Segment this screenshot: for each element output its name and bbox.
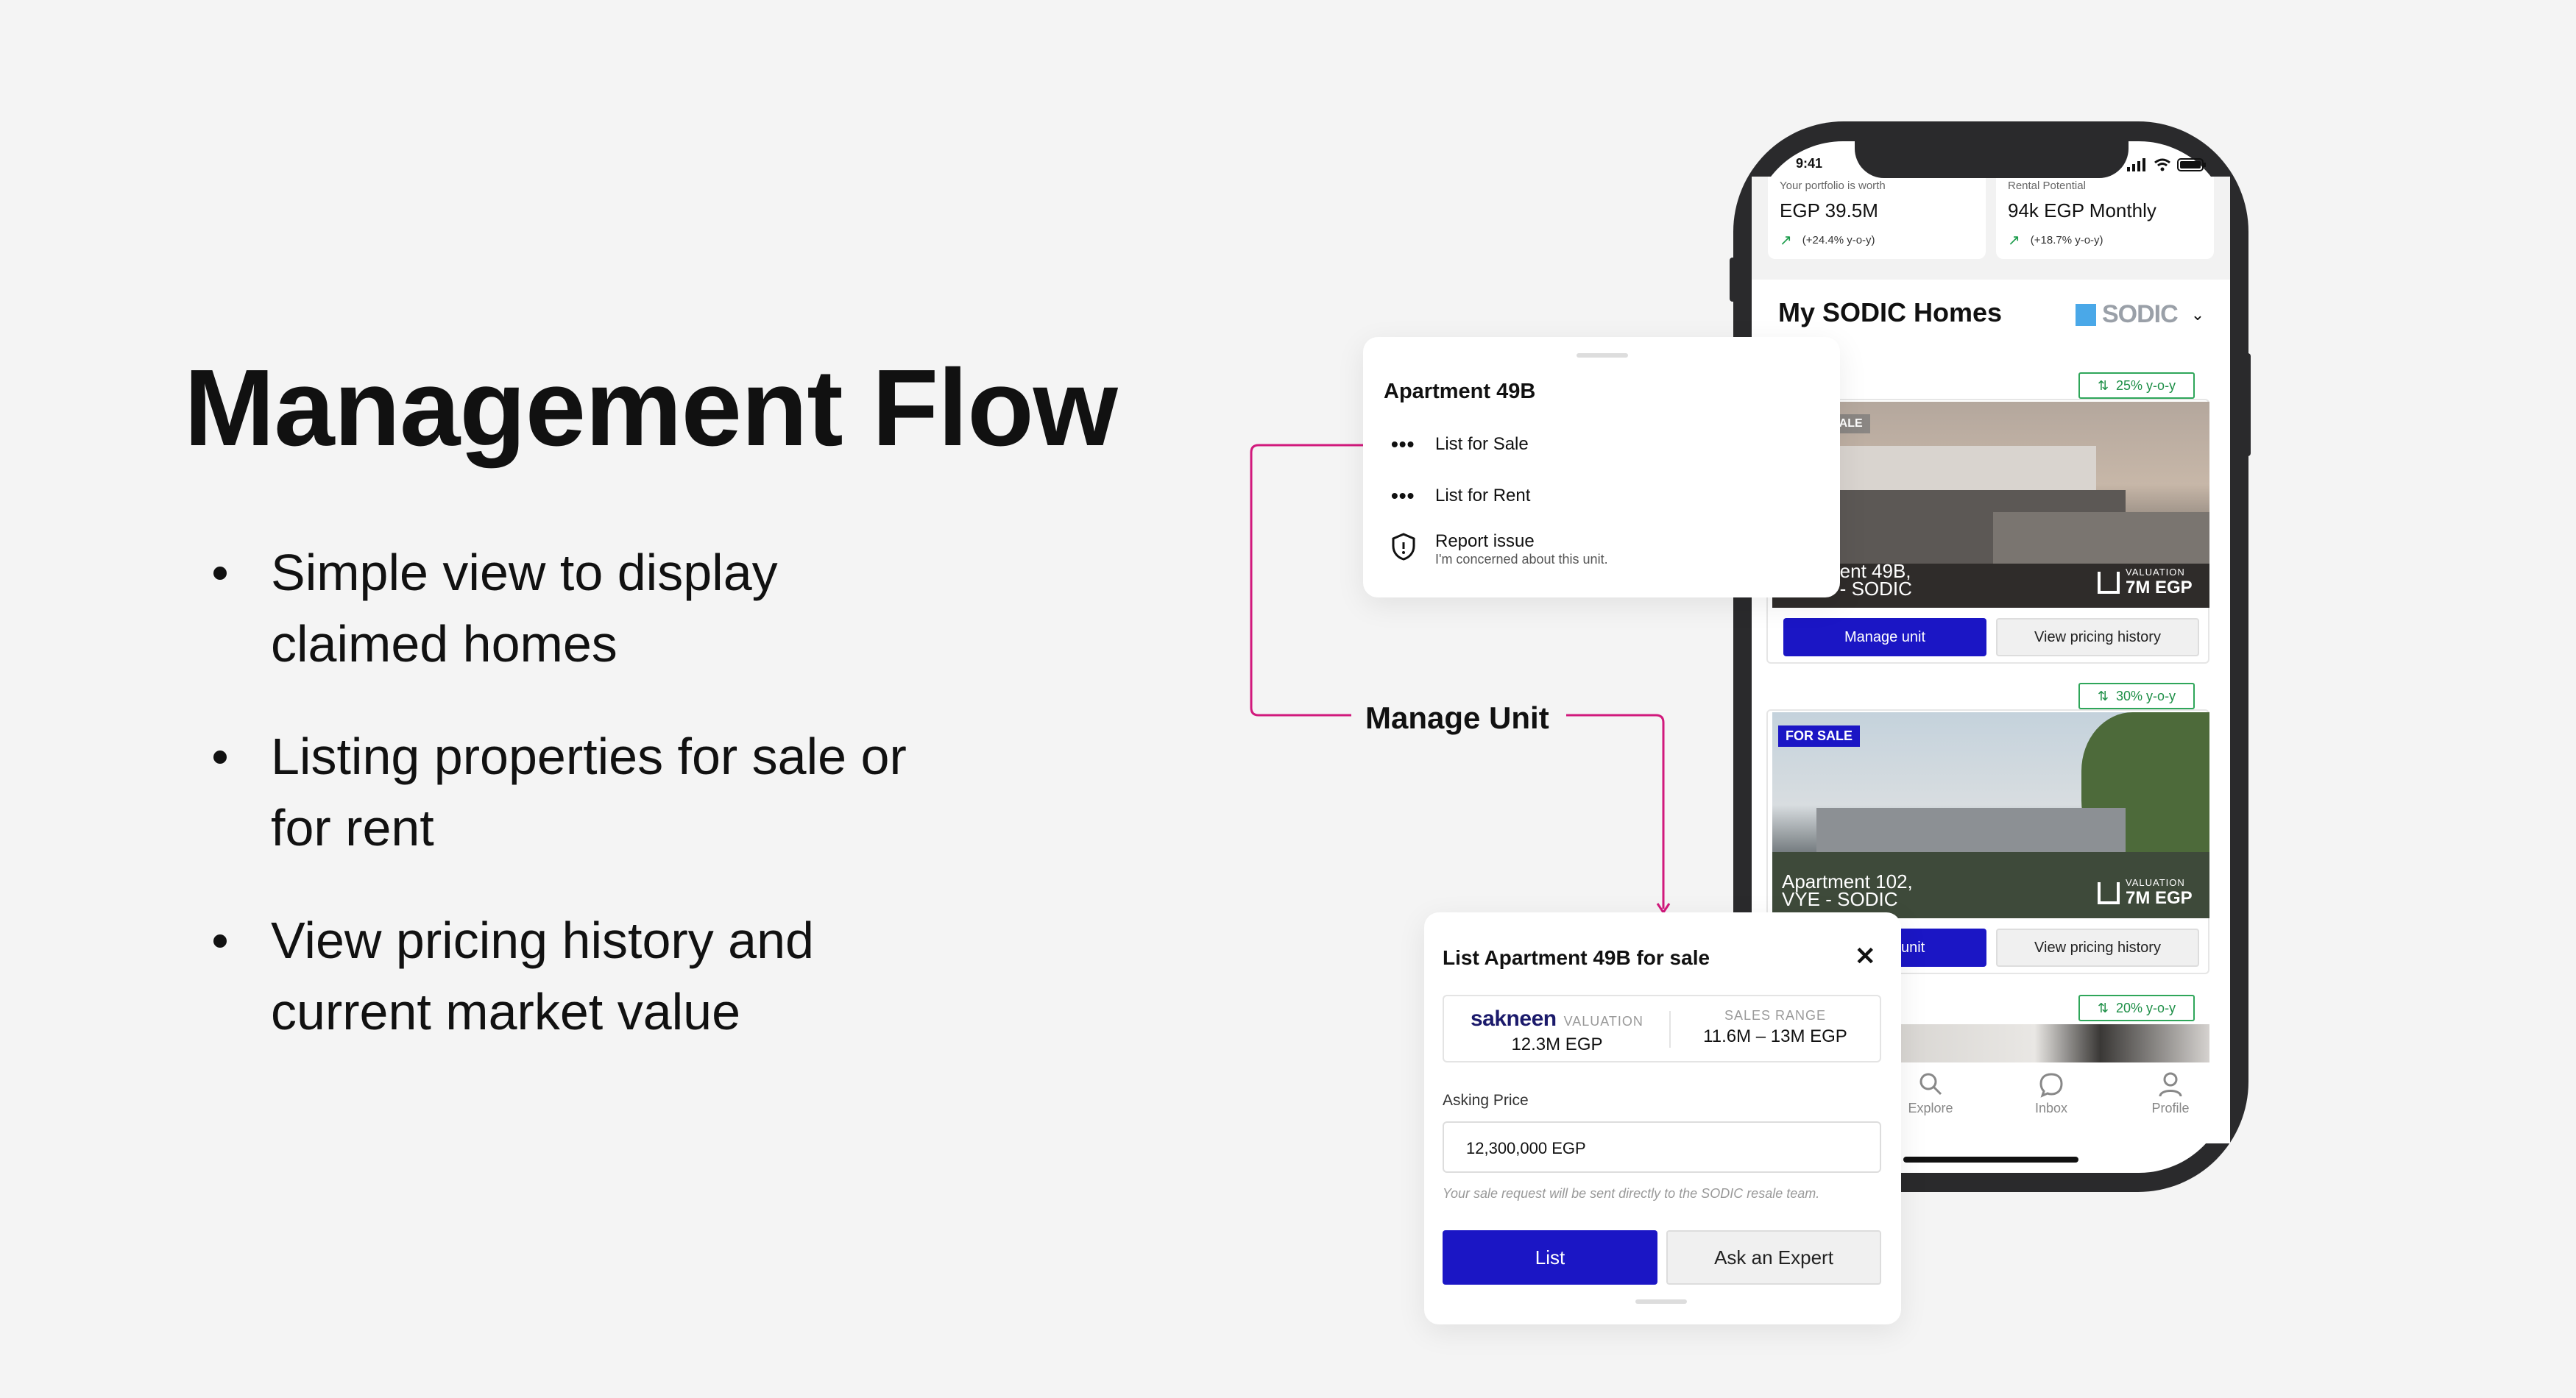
phone-side-button <box>2245 353 2251 456</box>
feature-list: Simple view to display claimed homes List… <box>213 537 1038 1089</box>
asking-price-input[interactable]: 12,300,000 EGP <box>1443 1121 1881 1173</box>
list-item: Simple view to display claimed homes <box>213 537 1038 680</box>
view-pricing-history-button[interactable]: View pricing history <box>1996 929 2199 967</box>
search-icon <box>1897 1071 1964 1101</box>
more-dots-icon: ••• <box>1391 484 1415 507</box>
user-icon <box>2137 1071 2204 1101</box>
signal-icon <box>2127 158 2145 171</box>
trend-up-icon: ↗ <box>2008 233 2020 249</box>
phone-side-button <box>1730 258 1735 302</box>
for-sale-badge: FOR SALE <box>1778 725 1861 747</box>
list-button[interactable]: List <box>1443 1230 1657 1285</box>
sheet-handle[interactable] <box>1577 353 1628 358</box>
valuation-value: 12.3M EGP <box>1511 1035 1603 1054</box>
page-title: Management Flow <box>184 347 1118 469</box>
sheet-title: List Apartment 49B for sale <box>1443 946 1710 969</box>
trend-up-icon: ↗ <box>1780 233 1792 249</box>
tab-inbox[interactable]: Inbox <box>2018 1071 2084 1116</box>
manage-unit-button[interactable]: Manage unit <box>1783 618 1986 656</box>
asking-price-label: Asking Price <box>1443 1092 1529 1109</box>
home-name: Apartment 102, VYE - SODIC <box>1782 870 1913 910</box>
sheet-title: Apartment 49B <box>1384 380 1536 403</box>
sakneen-logo: sakneen <box>1471 1007 1557 1031</box>
rental-value: 94k EGP Monthly <box>2008 199 2156 221</box>
valuation-display: VALUATION 7M EGP <box>2098 567 2193 598</box>
list-item: Listing properties for sale or for rent <box>213 721 1038 864</box>
home-icon <box>2098 571 2120 594</box>
divider <box>1669 1011 1671 1048</box>
more-dots-icon: ••• <box>1391 433 1415 455</box>
sales-range-value: 11.6M – 13M EGP <box>1703 1026 1847 1046</box>
sodic-logo-icon <box>2076 303 2096 326</box>
menu-item-list-for-rent[interactable]: ••• List for Rent <box>1391 484 1530 508</box>
section-title: My SODIC Homes <box>1778 297 2003 327</box>
growth-badge: ⇅ 25% y-o-y <box>2078 372 2195 399</box>
bullet-dot <box>213 751 227 764</box>
shield-icon <box>1391 533 1435 566</box>
status-icons <box>2127 158 2207 171</box>
valuation-box: sakneen VALUATION 12.3M EGP SALES RANGE … <box>1443 995 1881 1062</box>
home-indicator <box>1903 1157 2078 1163</box>
close-icon[interactable]: ✕ <box>1855 942 1876 971</box>
wifi-icon <box>2154 158 2170 171</box>
growth-badge: ⇅ 30% y-o-y <box>2078 683 2195 709</box>
status-time: 9:41 <box>1796 156 1823 171</box>
brand-selector[interactable]: SODIC ⌄ <box>2076 300 2204 329</box>
valuation-display: VALUATION 7M EGP <box>2098 877 2193 909</box>
ask-an-expert-button[interactable]: Ask an Expert <box>1666 1230 1881 1285</box>
chevron-down-icon: ⌄ <box>2190 305 2205 324</box>
phone-notch <box>1855 132 2129 178</box>
battery-icon <box>2177 158 2206 171</box>
chat-icon <box>2018 1071 2084 1101</box>
sale-request-hint: Your sale request will be sent directly … <box>1443 1186 1820 1201</box>
view-pricing-history-button[interactable]: View pricing history <box>1996 618 2199 656</box>
tab-profile[interactable]: Profile <box>2137 1071 2204 1116</box>
tab-explore[interactable]: Explore <box>1897 1071 1964 1116</box>
growth-badge: ⇅ 20% y-o-y <box>2078 995 2195 1021</box>
portfolio-value: EGP 39.5M <box>1780 199 1878 221</box>
swap-vertical-icon: ⇅ <box>2097 1000 2109 1015</box>
menu-item-list-for-sale[interactable]: ••• List for Sale <box>1391 433 1529 456</box>
swap-vertical-icon: ⇅ <box>2097 688 2109 703</box>
portfolio-card[interactable]: Your portfolio is worth EGP 39.5M ↗ (+24.… <box>1768 177 1986 259</box>
rental-card[interactable]: Rental Potential 94k EGP Monthly ↗ (+18.7… <box>1996 177 2214 259</box>
sheet-handle[interactable] <box>1635 1299 1687 1304</box>
list-item: View pricing history and current market v… <box>213 905 1038 1048</box>
bullet-dot <box>213 567 227 580</box>
bullet-dot <box>213 934 227 948</box>
swap-vertical-icon: ⇅ <box>2097 377 2109 393</box>
home-icon <box>2098 881 2120 904</box>
menu-item-report-issue[interactable]: Report issue I'm concerned about this uni… <box>1391 531 1608 567</box>
connector-label: Manage Unit <box>1365 700 1549 735</box>
